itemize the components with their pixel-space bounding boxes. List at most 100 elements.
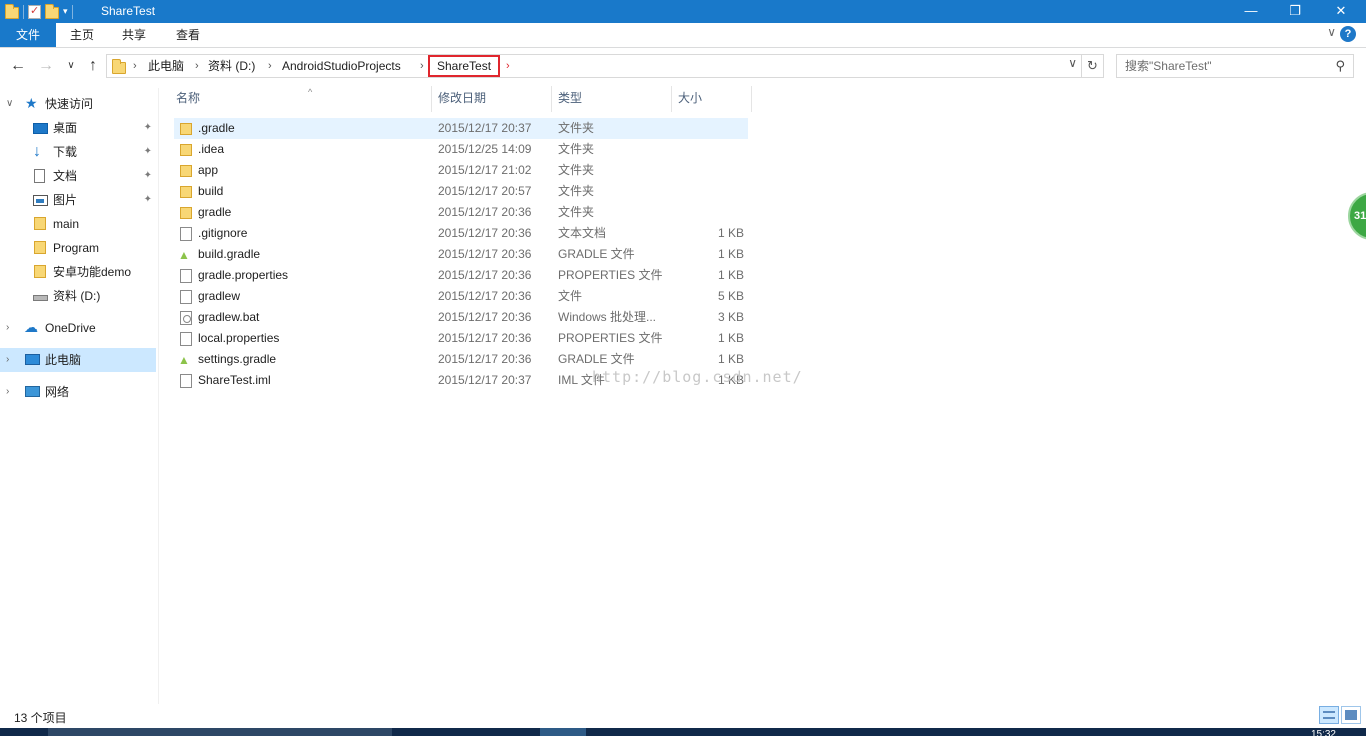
file-size: 1 KB [717, 226, 744, 240]
tab-share[interactable]: 共享 [110, 23, 158, 47]
column-header-date[interactable]: 修改日期 [432, 86, 552, 112]
file-type: 文件 [558, 289, 583, 303]
file-row[interactable]: gradle 2015/12/17 20:36 文件夹 [174, 202, 748, 223]
sidebar-item-network[interactable]: › 网络 [0, 380, 156, 404]
search-icon[interactable]: ⚲ [1335, 58, 1345, 74]
breadcrumb-drive-d[interactable]: 资料 (D:) [208, 55, 255, 77]
search-input[interactable] [1117, 55, 1317, 77]
sidebar-item-main[interactable]: main [0, 212, 156, 236]
address-bar[interactable]: › 此电脑 › 资料 (D:) › AndroidStudioProjects … [106, 54, 1104, 78]
file-row[interactable]: .idea 2015/12/25 14:09 文件夹 [174, 139, 748, 160]
taskbar-app-button[interactable] [540, 728, 586, 736]
customize-toolbar-chevron-icon[interactable]: ▾ [63, 6, 68, 17]
forward-button[interactable]: → [36, 56, 56, 76]
file-row[interactable]: .gradle 2015/12/17 20:37 文件夹 [174, 118, 748, 139]
file-row[interactable]: .gitignore 2015/12/17 20:36 文本文档 1 KB [174, 223, 748, 244]
expand-chevron-icon[interactable]: › [6, 348, 9, 372]
folder-icon [180, 207, 192, 219]
breadcrumb-android-studio-projects[interactable]: AndroidStudioProjects [282, 55, 401, 77]
file-date: 2015/12/17 20:36 [438, 352, 532, 366]
taskbar-app-button[interactable] [48, 728, 392, 736]
pin-icon[interactable]: ✦ [144, 116, 152, 140]
file-date: 2015/12/17 20:37 [438, 373, 532, 387]
expand-chevron-icon[interactable]: › [6, 316, 9, 340]
file-row[interactable]: build 2015/12/17 20:57 文件夹 [174, 181, 748, 202]
minimize-button[interactable]: — [1228, 0, 1274, 23]
breadcrumb-separator[interactable]: › [195, 55, 199, 77]
pin-icon[interactable]: ✦ [144, 188, 152, 212]
file-name: local.properties [198, 331, 280, 345]
details-view-button[interactable] [1319, 706, 1339, 724]
file-date: 2015/12/17 20:37 [438, 121, 532, 135]
file-name: app [198, 163, 219, 177]
column-header-name[interactable]: 名称 ^ [170, 86, 432, 112]
up-button[interactable]: ↑ [83, 56, 103, 76]
file-size: 1 KB [717, 247, 744, 261]
sidebar-item-onedrive[interactable]: › ☁ OneDrive [0, 316, 156, 340]
file-name: build.gradle [198, 247, 261, 261]
taskbar-clock[interactable]: 15:32 [1311, 728, 1336, 736]
sidebar-item-label: 网络 [45, 385, 70, 399]
tab-home[interactable]: 主页 [58, 23, 106, 47]
drive-icon [33, 295, 48, 301]
sidebar-item-program[interactable]: Program [0, 236, 156, 260]
recent-locations-chevron-icon[interactable]: ∨ [61, 56, 81, 76]
folder-icon [112, 59, 126, 74]
refresh-button[interactable]: ↻ [1081, 55, 1103, 77]
tab-view[interactable]: 查看 [164, 23, 212, 47]
file-date: 2015/12/17 20:36 [438, 331, 532, 345]
column-header-size[interactable]: 大小 [672, 86, 752, 112]
folder-icon [34, 241, 46, 254]
file-row[interactable]: ▲ settings.gradle 2015/12/17 20:36 GRADLE 文… [174, 349, 748, 370]
properties-icon[interactable] [28, 4, 41, 19]
new-folder-icon[interactable] [45, 4, 59, 19]
file-name: settings.gradle [198, 352, 277, 366]
folder-icon [34, 217, 46, 230]
sidebar-item-documents[interactable]: 文档 ✦ [0, 164, 156, 188]
file-date: 2015/12/17 20:36 [438, 289, 532, 303]
back-button[interactable]: ← [8, 56, 28, 76]
pin-icon[interactable]: ✦ [144, 140, 152, 164]
help-icon[interactable]: ? [1340, 26, 1356, 42]
sidebar-item-android-demo[interactable]: 安卓功能demo [0, 260, 156, 284]
expand-chevron-icon[interactable]: ∨ [6, 92, 13, 116]
file-row[interactable]: local.properties 2015/12/17 20:36 PROPERTI… [174, 328, 748, 349]
file-icon [180, 332, 192, 346]
breadcrumb-separator[interactable]: › [420, 55, 424, 77]
file-size: 1 KB [717, 352, 744, 366]
search-box[interactable]: ⚲ [1116, 54, 1354, 78]
file-row[interactable]: ▲ build.gradle 2015/12/17 20:36 GRADLE 文件 1 … [174, 244, 748, 265]
file-row[interactable]: gradle.properties 2015/12/17 20:36 PROPERT… [174, 265, 748, 286]
column-header-type[interactable]: 类型 [552, 86, 672, 112]
sidebar-item-this-pc[interactable]: › 此电脑 [0, 348, 156, 372]
breadcrumb-this-pc[interactable]: 此电脑 [148, 55, 184, 77]
expand-chevron-icon[interactable]: › [6, 380, 9, 404]
pin-icon[interactable]: ✦ [144, 164, 152, 188]
file-name: gradlew [198, 289, 241, 303]
status-bar: 13 个项目 [0, 704, 1366, 728]
maximize-button[interactable]: ❐ [1272, 0, 1318, 23]
sidebar-item-downloads[interactable]: ↓ 下载 ✦ [0, 140, 156, 164]
file-type: 文件夹 [558, 163, 595, 177]
network-icon [25, 386, 40, 397]
file-name: gradlew.bat [198, 310, 260, 324]
sidebar-item-pictures[interactable]: 图片 ✦ [0, 188, 156, 212]
text-file-icon [180, 227, 192, 241]
close-button[interactable]: ✕ [1318, 0, 1364, 23]
sidebar-item-drive-d[interactable]: 资料 (D:) [0, 284, 156, 308]
breadcrumb-separator[interactable]: › [133, 55, 137, 77]
sidebar-item-desktop[interactable]: 桌面 ✦ [0, 116, 156, 140]
breadcrumb-separator[interactable]: › [268, 55, 272, 77]
large-icons-view-button[interactable] [1341, 706, 1361, 724]
file-row[interactable]: app 2015/12/17 21:02 文件夹 [174, 160, 748, 181]
file-row[interactable]: gradlew.bat 2015/12/17 20:36 Windows 批处理..… [174, 307, 748, 328]
breadcrumb-separator[interactable]: › [506, 55, 510, 77]
file-row[interactable]: gradlew 2015/12/17 20:36 文件 5 KB [174, 286, 748, 307]
file-date: 2015/12/17 20:36 [438, 310, 532, 324]
sidebar-item-quick-access[interactable]: ∨ ★ 快速访问 [0, 92, 156, 116]
address-dropdown-chevron-icon[interactable]: ∨ [1068, 56, 1077, 70]
tab-file[interactable]: 文件 [0, 23, 56, 47]
file-type: GRADLE 文件 [558, 247, 635, 261]
breadcrumb-share-test[interactable]: ShareTest [428, 55, 501, 77]
expand-ribbon-chevron-icon[interactable]: ∨ [1327, 25, 1336, 39]
